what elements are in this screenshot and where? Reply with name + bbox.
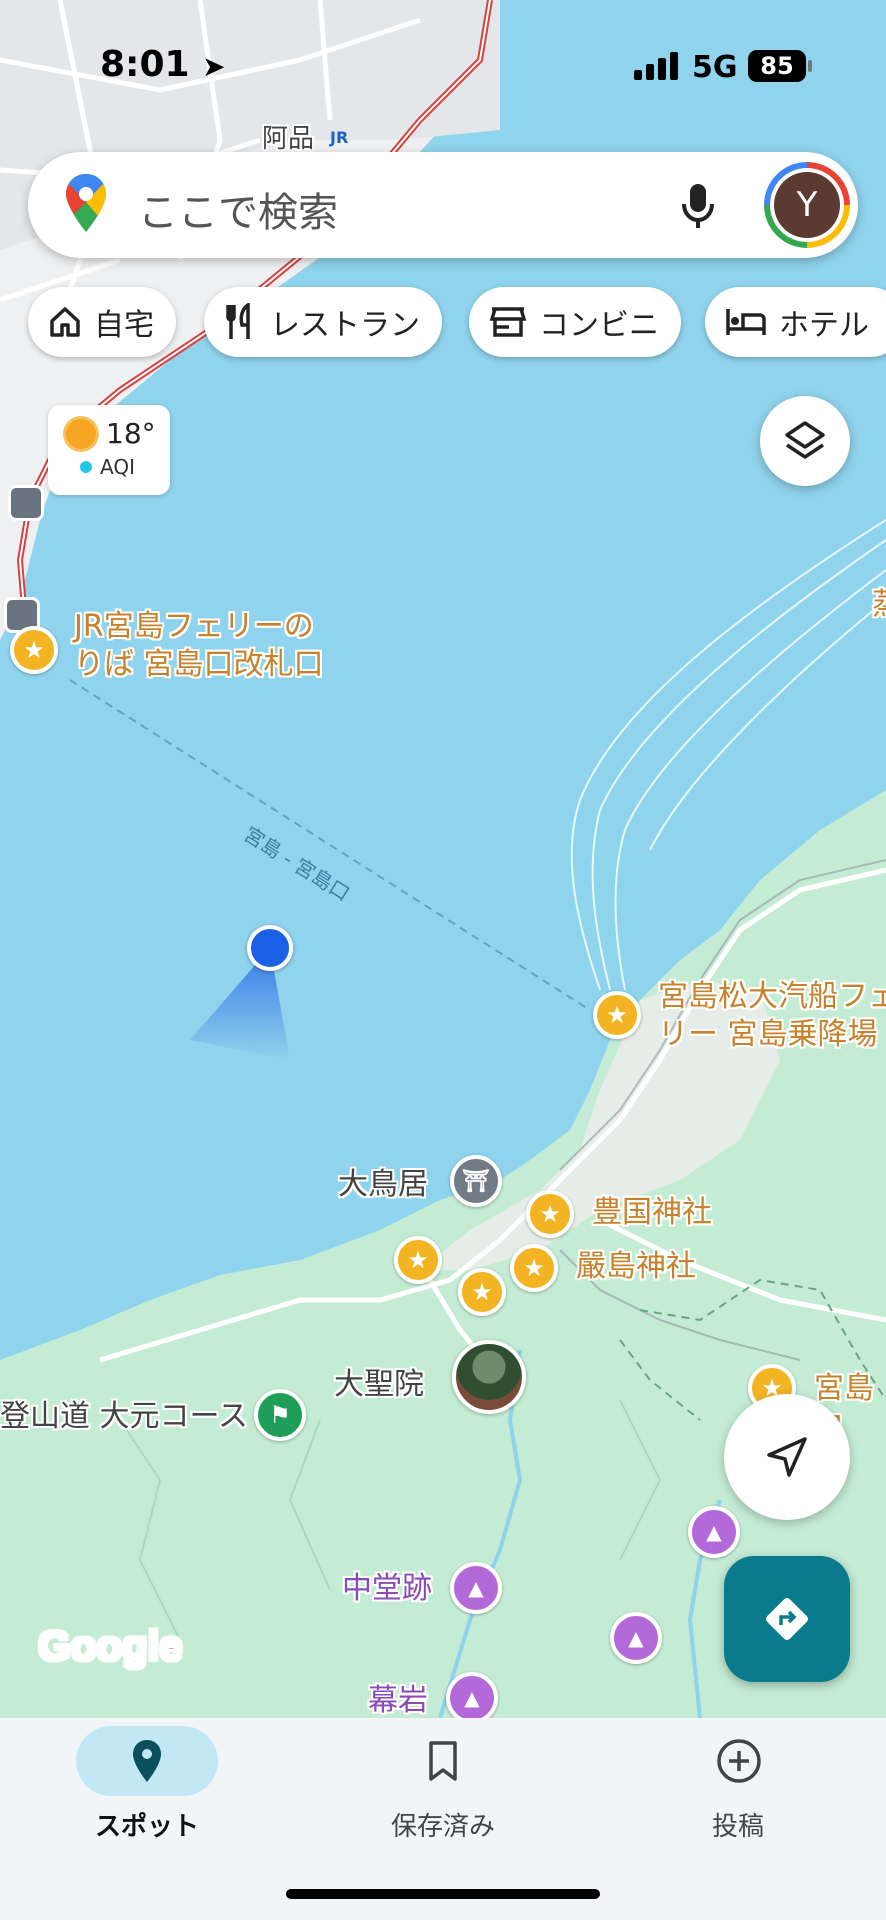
bookmark-icon	[429, 1741, 457, 1781]
navigation-arrow-icon	[767, 1437, 807, 1477]
nav-label: スポット	[94, 1812, 199, 1842]
my-location-button[interactable]	[724, 1394, 850, 1520]
poi-label-makuiwa[interactable]: 幕岩	[368, 1682, 428, 1718]
avatar-letter: Y	[774, 172, 840, 238]
historic-site-icon[interactable]: ▲	[450, 1562, 502, 1614]
hotel-icon	[726, 309, 766, 335]
nav-label: 保存済み	[390, 1812, 495, 1842]
poi-label-jr-ferry[interactable]: JR宮島フェリーの りば 宮島口改札口	[74, 608, 324, 684]
weather-widget[interactable]: 18° AQI	[48, 405, 170, 495]
daishoin-photo-thumbnail[interactable]	[452, 1340, 526, 1414]
hiking-icon[interactable]: ⚑	[254, 1389, 306, 1441]
poi-star-icon[interactable]: ★	[394, 1236, 442, 1284]
aqi-label: AQI	[100, 455, 135, 479]
restaurant-icon	[226, 303, 250, 339]
historic-site-icon[interactable]: ▲	[688, 1506, 740, 1558]
add-circle-icon	[717, 1739, 761, 1783]
chip-label: コンビニ	[539, 308, 659, 343]
torii-icon[interactable]: ⛩	[450, 1155, 502, 1207]
nav-contribute[interactable]: 投稿	[638, 1718, 838, 1868]
nav-saved[interactable]: 保存済み	[343, 1718, 543, 1868]
home-icon	[50, 307, 80, 337]
location-pin-icon	[133, 1740, 161, 1782]
signal-icon	[634, 52, 678, 80]
home-indicator[interactable]	[286, 1889, 600, 1899]
chip-label: ホテル	[779, 308, 869, 343]
poi-label-otorii[interactable]: 大鳥居	[338, 1166, 428, 1204]
bus-stop-icon[interactable]	[8, 485, 44, 521]
store-icon	[489, 307, 527, 337]
battery-tip	[808, 60, 812, 72]
account-avatar[interactable]: Y	[764, 162, 850, 248]
layers-button[interactable]	[760, 396, 850, 486]
status-bar: 8:01 ➤ 5G 85	[0, 0, 886, 120]
poi-label-chudoato[interactable]: 中堂跡	[342, 1570, 432, 1608]
aqi-dot-icon	[80, 461, 92, 473]
location-arrow-icon: ➤	[202, 50, 226, 83]
directions-icon	[766, 1598, 808, 1640]
poi-label-partial-right[interactable]: 蒸	[872, 586, 886, 624]
search-input[interactable]: ここで検索	[138, 180, 338, 238]
poi-label-matsudai-ferry[interactable]: 宮島松大汽船フェ リー 宮島乗降場	[658, 978, 886, 1054]
poi-label-trail[interactable]: 登山道 大元コース	[0, 1398, 248, 1436]
poi-star-icon[interactable]: ★	[458, 1268, 506, 1316]
chip-label: レストラン	[270, 308, 420, 343]
search-bar[interactable]: ここで検索 Y	[28, 152, 858, 258]
nav-label: 投稿	[711, 1812, 764, 1842]
historic-site-icon[interactable]: ▲	[446, 1672, 498, 1718]
network-type: 5G	[692, 50, 738, 85]
sun-icon	[66, 419, 96, 449]
chip-restaurant[interactable]: レストラン	[204, 287, 442, 357]
directions-button[interactable]	[724, 1556, 850, 1682]
microphone-icon[interactable]	[680, 182, 716, 230]
chip-label: 自宅	[94, 308, 154, 343]
jr-logo-icon: JR	[330, 128, 349, 147]
chip-home[interactable]: 自宅	[28, 287, 176, 357]
poi-star-icon[interactable]: ★	[510, 1244, 558, 1292]
poi-star-icon[interactable]: ★	[593, 991, 641, 1039]
poi-label-daishoin[interactable]: 大聖院	[334, 1366, 424, 1404]
layers-icon	[785, 421, 825, 459]
poi-label-itsukushima[interactable]: 嚴島神社	[576, 1248, 696, 1286]
poi-star-icon[interactable]: ★	[526, 1190, 574, 1238]
poi-star-icon[interactable]: ★	[10, 626, 58, 674]
chip-hotel[interactable]: ホテル	[705, 287, 886, 357]
google-logo: Google	[38, 1622, 183, 1669]
chip-convenience-store[interactable]: コンビニ	[469, 287, 681, 357]
battery-icon: 85	[748, 50, 806, 82]
google-maps-pin-icon	[66, 174, 106, 232]
temperature: 18°	[106, 417, 156, 450]
status-time: 8:01 ➤	[100, 44, 226, 85]
poi-label-toyokuni[interactable]: 豊国神社	[592, 1194, 712, 1232]
historic-site-icon[interactable]: ▲	[610, 1612, 662, 1664]
current-location-dot[interactable]	[247, 925, 293, 971]
nav-spot[interactable]: スポット	[47, 1718, 247, 1868]
